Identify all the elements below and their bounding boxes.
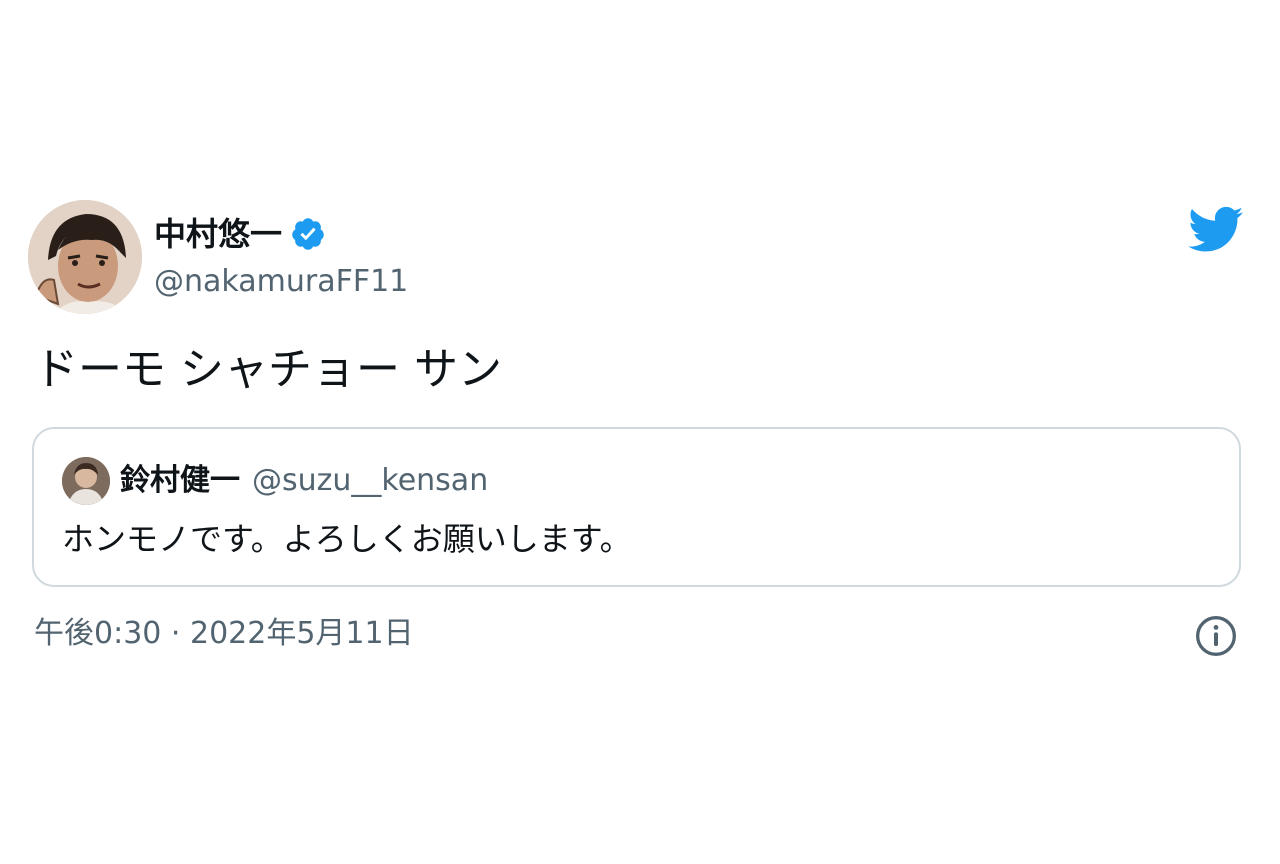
author-name-row: 中村悠一	[154, 212, 326, 256]
info-icon[interactable]	[1194, 614, 1238, 658]
quoted-author-avatar	[62, 457, 110, 505]
tweet-text: ドーモ シャチョー サン	[34, 344, 502, 395]
quoted-author-handle: @suzu__kensan	[252, 463, 489, 498]
author-avatar[interactable]	[28, 200, 142, 314]
author-handle[interactable]: @nakamuraFF11	[154, 262, 408, 302]
verified-badge-icon	[292, 218, 324, 250]
author-display-name[interactable]: 中村悠一	[154, 212, 282, 256]
avatar-illustration-icon	[28, 200, 142, 314]
avatar-photo-icon	[62, 457, 110, 505]
tweet-timestamp[interactable]: 午後0:30 · 2022年5月11日	[34, 614, 414, 654]
quoted-tweet-card[interactable]: 鈴村健一 @suzu__kensan ホンモノです。よろしくお願いします。	[32, 427, 1241, 587]
quoted-tweet-header: 鈴村健一 @suzu__kensan	[120, 459, 488, 503]
twitter-bird-icon[interactable]	[1188, 206, 1244, 254]
tweet-embed: 中村悠一 @nakamuraFF11 ドーモ シャチョー サン 鈴村健一 @su…	[0, 0, 1280, 864]
quoted-author-name: 鈴村健一	[120, 463, 240, 498]
quoted-tweet-text: ホンモノです。よろしくお願いします。	[62, 520, 632, 558]
